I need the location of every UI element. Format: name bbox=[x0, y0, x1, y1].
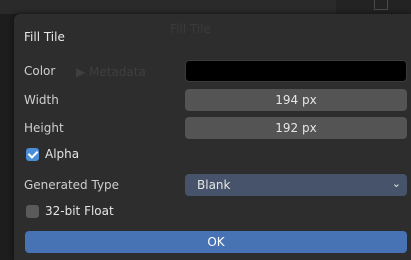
float32-checkbox[interactable] bbox=[26, 205, 39, 218]
height-label: Height bbox=[24, 121, 64, 135]
background-toolbar-icon bbox=[374, 0, 388, 10]
alpha-label[interactable]: Alpha bbox=[45, 147, 79, 161]
height-value: 192 px bbox=[275, 121, 317, 135]
generated-type-label: Generated Type bbox=[24, 178, 120, 192]
ok-button-label: OK bbox=[207, 235, 225, 249]
width-label: Width bbox=[24, 93, 59, 107]
ok-button[interactable]: OK bbox=[25, 231, 407, 253]
alpha-checkbox[interactable] bbox=[26, 148, 39, 161]
color-label: Color bbox=[24, 64, 56, 78]
fill-tile-dialog: Fill Tile ▶ Metadata Fill Tile Color Wid… bbox=[14, 14, 411, 260]
color-swatch[interactable] bbox=[185, 60, 407, 82]
background-metadata-ghost: ▶ Metadata bbox=[76, 65, 146, 79]
generated-type-value: Blank bbox=[197, 178, 231, 192]
chevron-down-icon: ⌄ bbox=[391, 177, 401, 190]
width-field[interactable]: 194 px bbox=[185, 89, 407, 111]
width-value: 194 px bbox=[275, 93, 317, 107]
background-title-ghost: Fill Tile bbox=[170, 22, 211, 36]
float32-label[interactable]: 32-bit Float bbox=[45, 204, 114, 218]
generated-type-dropdown[interactable]: Blank ⌄ bbox=[185, 174, 407, 196]
height-field[interactable]: 192 px bbox=[185, 117, 407, 139]
dialog-title: Fill Tile bbox=[24, 30, 65, 44]
